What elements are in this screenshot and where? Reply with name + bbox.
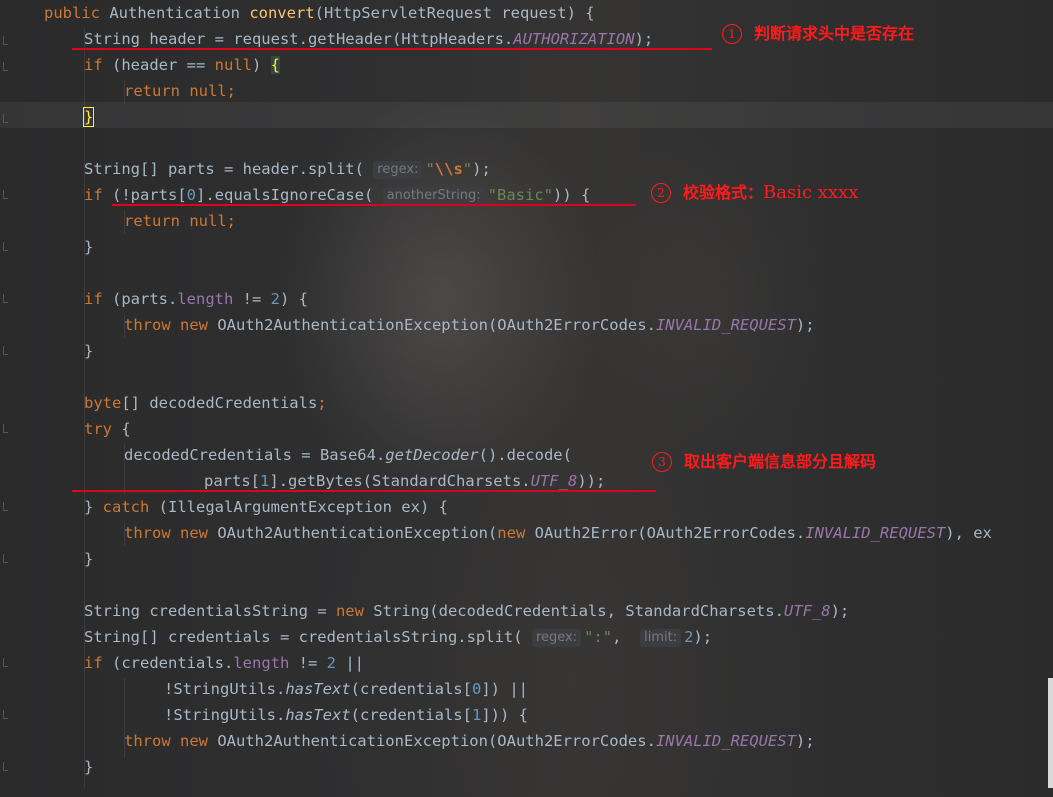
code-line: return null;: [124, 212, 236, 230]
code-line: String[] parts = header.split( regex: "\\…: [84, 160, 491, 179]
annotation-3: 3 取出客户端信息部分且解码: [652, 451, 876, 473]
code-line: }: [84, 550, 94, 568]
code-line: throw new OAuth2AuthenticationException(…: [124, 316, 815, 334]
annotation-number: 3: [652, 452, 672, 472]
code-line: !StringUtils.hasText(credentials[0]) ||: [164, 680, 528, 698]
code-line: decodedCredentials = Base64.getDecoder()…: [124, 446, 572, 464]
annotation-number: 2: [651, 183, 671, 203]
red-underline: [72, 490, 656, 492]
param-hint: regex:: [373, 161, 423, 179]
fold-marker[interactable]: [3, 242, 8, 251]
red-underline: [112, 204, 636, 206]
annotation-number: 1: [722, 24, 742, 44]
code-line: return null;: [124, 82, 236, 100]
fold-marker[interactable]: [3, 114, 8, 123]
code-line: byte[] decodedCredentials;: [84, 394, 327, 412]
code-line: throw new OAuth2AuthenticationException(…: [124, 524, 992, 542]
code-line: throw new OAuth2AuthenticationException(…: [124, 732, 815, 750]
fold-marker[interactable]: [3, 658, 8, 667]
scrollbar-thumb[interactable]: [1048, 678, 1053, 788]
matched-brace: {: [270, 56, 280, 74]
code-line: }: [84, 758, 94, 776]
code-line: try {: [84, 420, 131, 438]
code-line: } catch (IllegalArgumentException ex) {: [84, 498, 448, 516]
fold-marker[interactable]: [3, 502, 8, 511]
code-line: if (credentials.length != 2 ||: [84, 654, 364, 672]
code-line: String credentialsString = new String(de…: [84, 602, 850, 620]
text-caret-brace: }: [82, 107, 95, 127]
fold-marker[interactable]: [3, 62, 8, 71]
param-hint: regex:: [531, 629, 582, 647]
current-line-highlight: [0, 102, 1053, 128]
editor-gutter: [0, 0, 14, 797]
fold-marker[interactable]: [3, 554, 8, 563]
fold-marker[interactable]: [3, 346, 8, 355]
fold-marker[interactable]: [3, 762, 8, 771]
code-line: String[] credentials = credentialsString…: [84, 628, 713, 647]
fold-marker[interactable]: [3, 294, 8, 303]
param-hint: limit:: [640, 629, 682, 647]
code-line-current: }: [82, 104, 95, 130]
code-line-method-signature: public Authentication convert(HttpServle…: [44, 4, 595, 22]
annotation-2: 2 校验格式：Basic xxxx: [651, 182, 858, 204]
fold-marker[interactable]: [3, 36, 8, 45]
code-line: }: [84, 342, 94, 360]
fold-marker[interactable]: [3, 710, 8, 719]
red-underline: [72, 48, 712, 50]
code-line: }: [84, 238, 94, 256]
param-hint: anotherString:: [382, 187, 485, 205]
code-line: !StringUtils.hasText(credentials[1])) {: [164, 706, 528, 724]
fold-marker[interactable]: [3, 424, 8, 433]
code-line: if (parts.length != 2) {: [84, 290, 308, 308]
annotation-1: 1 判断请求头中是否存在: [722, 23, 914, 45]
fold-marker[interactable]: [3, 190, 8, 199]
code-line: if (header == null) {: [84, 56, 280, 74]
